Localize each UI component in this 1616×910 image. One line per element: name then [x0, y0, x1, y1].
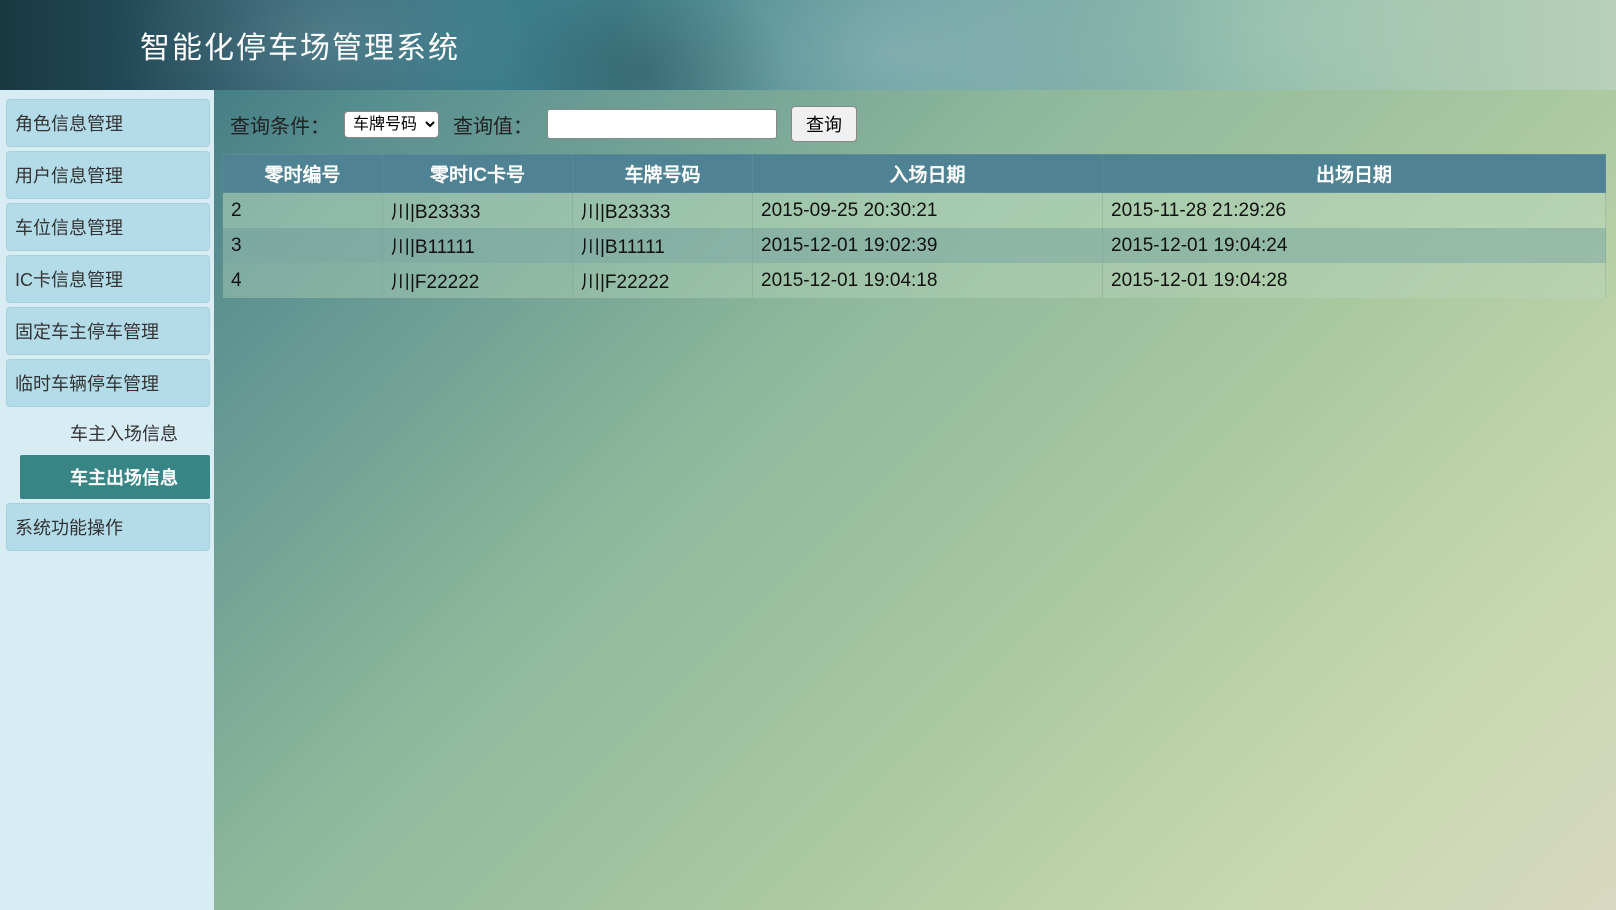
- sidebar-item-parking-space-management[interactable]: 车位信息管理: [6, 203, 210, 251]
- sidebar-subitem-entry-info[interactable]: 车主入场信息: [20, 411, 210, 455]
- main-container: 角色信息管理 用户信息管理 车位信息管理 IC卡信息管理 固定车主停车管理 临时…: [0, 90, 1616, 910]
- sidebar-item-ic-card-management[interactable]: IC卡信息管理: [6, 255, 210, 303]
- sidebar-item-label: 角色信息管理: [15, 114, 123, 134]
- table-header-ic: 零时IC卡号: [383, 155, 573, 193]
- query-value-label: 查询值：: [453, 110, 533, 139]
- table-row[interactable]: 4 川|F22222 川|F22222 2015-12-01 19:04:18 …: [223, 263, 1606, 298]
- cell-plate: 川|F22222: [573, 263, 753, 298]
- cell-ic: 川|F22222: [383, 263, 573, 298]
- table-header-entry-date: 入场日期: [753, 155, 1103, 193]
- sidebar-item-label: IC卡信息管理: [15, 270, 123, 290]
- sidebar-item-label: 临时车辆停车管理: [15, 374, 159, 394]
- table-header-plate: 车牌号码: [573, 155, 753, 193]
- sidebar-item-label: 系统功能操作: [15, 518, 123, 538]
- sidebar-item-role-management[interactable]: 角色信息管理: [6, 99, 210, 147]
- sidebar-subitem-exit-info[interactable]: 车主出场信息: [20, 455, 210, 499]
- cell-in-time: 2015-09-25 20:30:21: [753, 193, 1103, 229]
- query-condition-label: 查询条件：: [230, 110, 330, 139]
- query-bar: 查询条件： 车牌号码 查询值： 查询: [222, 102, 1616, 154]
- cell-id: 2: [223, 193, 383, 229]
- cell-plate: 川|B11111: [573, 228, 753, 263]
- query-value-input[interactable]: [547, 109, 777, 139]
- table-header-row: 零时编号 零时IC卡号 车牌号码 入场日期 出场日期: [223, 155, 1606, 193]
- sidebar-item-label: 车主入场信息: [70, 424, 178, 444]
- cell-ic: 川|B11111: [383, 228, 573, 263]
- cell-in-time: 2015-12-01 19:02:39: [753, 228, 1103, 263]
- table-row[interactable]: 2 川|B23333 川|B23333 2015-09-25 20:30:21 …: [223, 193, 1606, 229]
- sidebar-item-label: 车位信息管理: [15, 218, 123, 238]
- sidebar-item-label: 车主出场信息: [70, 468, 178, 488]
- cell-out-time: 2015-12-01 19:04:24: [1103, 228, 1606, 263]
- cell-id: 3: [223, 228, 383, 263]
- cell-out-time: 2015-11-28 21:29:26: [1103, 193, 1606, 229]
- sidebar-item-system-functions[interactable]: 系统功能操作: [6, 503, 210, 551]
- cell-id: 4: [223, 263, 383, 298]
- data-table: 零时编号 零时IC卡号 车牌号码 入场日期 出场日期 2 川|B23333 川|…: [222, 154, 1606, 298]
- sidebar: 角色信息管理 用户信息管理 车位信息管理 IC卡信息管理 固定车主停车管理 临时…: [0, 90, 214, 910]
- table-row[interactable]: 3 川|B11111 川|B11111 2015-12-01 19:02:39 …: [223, 228, 1606, 263]
- app-title: 智能化停车场管理系统: [140, 23, 460, 67]
- table-header-id: 零时编号: [223, 155, 383, 193]
- query-button[interactable]: 查询: [791, 106, 857, 142]
- sidebar-item-temporary-parking[interactable]: 临时车辆停车管理: [6, 359, 210, 407]
- content-area: 查询条件： 车牌号码 查询值： 查询 零时编号 零时IC卡号 车牌号码 入场日期…: [214, 90, 1616, 910]
- app-header: 智能化停车场管理系统: [0, 0, 1616, 90]
- query-condition-select[interactable]: 车牌号码: [344, 111, 439, 138]
- cell-plate: 川|B23333: [573, 193, 753, 229]
- cell-out-time: 2015-12-01 19:04:28: [1103, 263, 1606, 298]
- table-header-exit-date: 出场日期: [1103, 155, 1606, 193]
- cell-ic: 川|B23333: [383, 193, 573, 229]
- sidebar-item-label: 用户信息管理: [15, 166, 123, 186]
- sidebar-item-user-management[interactable]: 用户信息管理: [6, 151, 210, 199]
- sidebar-item-fixed-owner-parking[interactable]: 固定车主停车管理: [6, 307, 210, 355]
- cell-in-time: 2015-12-01 19:04:18: [753, 263, 1103, 298]
- sidebar-item-label: 固定车主停车管理: [15, 322, 159, 342]
